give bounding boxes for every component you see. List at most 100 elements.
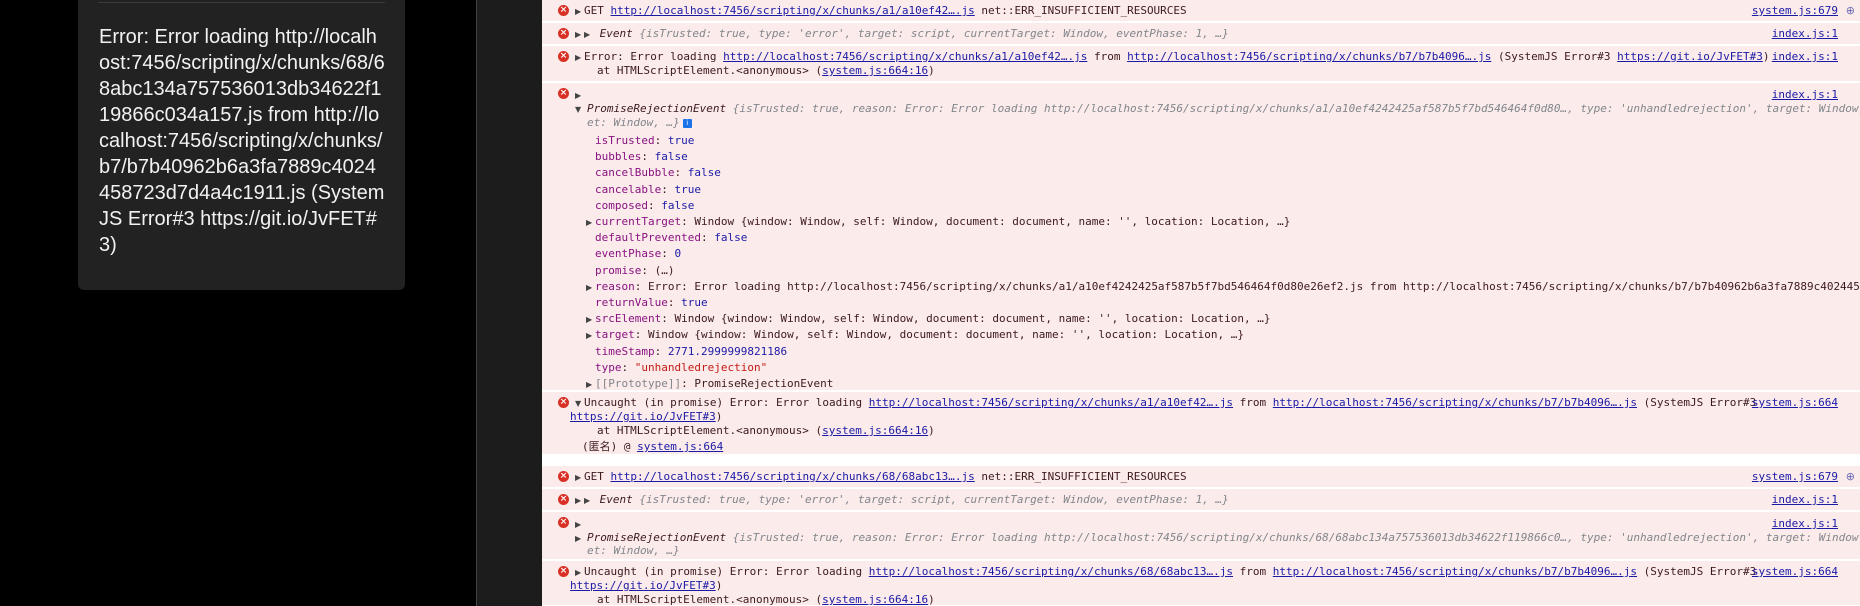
property-key: returnValue [595,296,668,309]
error-prefix: Error: Error loading [584,50,717,63]
stack-frame-text: at HTMLScriptElement.<anonymous> ( [597,64,823,77]
stack-frame-link[interactable]: system.js:664:16 [822,64,928,77]
error-icon: × [558,5,569,16]
expand-arrow-icon[interactable]: ▶ [575,470,584,486]
error-icon: × [558,494,569,505]
console-panel: × ▶ GET http://localhost:7456/scripting/x… [542,0,1860,606]
event-label: Event [599,27,633,40]
property-value: "unhandledrejection" [634,360,768,374]
property-row: defaultPrevented: false [586,230,747,246]
error-icon: × [558,51,569,62]
request-url-link[interactable]: http://localhost:7456/scripting/x/chunks… [611,4,975,17]
property-row[interactable]: ▶ [[Prototype]]: PromiseRejectionEvent [586,376,833,392]
expand-arrow-icon[interactable]: ▶ [586,377,595,393]
property-separator: : [661,182,675,196]
source-link[interactable]: index.js:1 [1772,49,1838,65]
chunk-url-link[interactable]: http://localhost:7456/scripting/x/chunks… [869,565,1233,578]
systemjs-error-text: (SystemJS Error#3 [1643,396,1757,409]
card-divider [98,2,385,3]
property-key: defaultPrevented [595,231,701,245]
property-separator: : [654,134,668,147]
error-prefix: Uncaught (in promise) Error: Error loadi… [584,396,863,409]
console-entry-event[interactable]: × ▶ ▶ Event {isTrusted: true, type: 'erro… [542,23,1860,45]
git-link[interactable]: https://git.io/JvFET#3 [570,410,716,423]
console-entry-promise-rejection-expanded[interactable]: × ▶ index.js:1 ▼ PromiseRejectionEvent {… [542,83,1860,391]
expand-arrow-icon[interactable]: ▶ [584,27,593,43]
expand-arrow-icon[interactable]: ▶ [575,50,584,66]
expand-arrow-icon[interactable]: ▶ [586,312,595,328]
parent-url-link[interactable]: http://localhost:7456/scripting/x/chunks… [1127,50,1491,63]
expand-arrow-icon[interactable]: ▶ [575,4,584,20]
parent-url-link[interactable]: http://localhost:7456/scripting/x/chunks… [1273,396,1637,409]
console-entry-get-error[interactable]: × ▶ GET http://localhost:7456/scripting/x… [542,466,1860,488]
console-entry-uncaught[interactable]: × ▶ Uncaught (in promise) Error: Error lo… [542,561,1860,606]
network-globe-icon[interactable]: ⊕ [1846,3,1855,19]
error-message: Error: Error loading http://localhost:74… [99,26,385,256]
expand-arrow-icon[interactable]: ▶ [586,280,595,296]
collapse-arrow-icon[interactable]: ▼ [575,102,584,118]
property-separator: : [681,377,695,390]
network-globe-icon[interactable]: ⊕ [1846,469,1855,485]
console-entry-event[interactable]: × ▶ ▶ Event {isTrusted: true, type: 'erro… [542,489,1860,511]
request-url-link[interactable]: http://localhost:7456/scripting/x/chunks… [611,470,975,483]
event-preview: {isTrusted: true, type: 'error', target:… [639,27,1229,40]
error-icon: × [558,566,569,577]
error-prefix: Uncaught (in promise) Error: Error loadi… [584,565,863,578]
source-link[interactable]: index.js:1 [1772,492,1838,508]
console-entry-error-loading[interactable]: × ▶ Error: Error loading http://localhost… [542,46,1860,82]
from-text: from [1239,565,1267,578]
source-link[interactable]: index.js:1 [1772,26,1838,42]
property-row[interactable]: ▶ target: Window {window: Window, self: W… [586,327,1244,343]
property-row: bubbles: false [586,149,688,165]
stack-frame-link[interactable]: system.js:664:16 [822,424,928,437]
expand-arrow-icon[interactable]: ▶ [575,531,584,547]
stack-frame-text: at HTMLScriptElement.<anonymous> ( [597,593,823,606]
console-entry-get-error[interactable]: × ▶ GET http://localhost:7456/scripting/x… [542,0,1860,22]
info-badge-icon[interactable]: i [682,118,692,128]
property-row[interactable]: ▶ srcElement: Window {window: Window, sel… [586,311,1271,327]
property-separator: : [647,198,662,212]
systemjs-error-text: (SystemJS Error#3 [1497,50,1611,63]
paren-close: ) [715,410,723,423]
error-code: net::ERR_INSUFFICIENT_RESOURCES [981,470,1187,483]
expand-arrow-icon[interactable]: ▶ [575,27,584,43]
property-value: true [681,296,708,309]
source-link[interactable]: system.js:679 [1752,3,1838,19]
error-icon: × [558,88,569,99]
from-text: from [1093,50,1121,63]
expand-arrow-icon[interactable]: ▶ [586,215,595,231]
console-entry-promise-rejection[interactable]: × ▶ index.js:1 ▶ PromiseRejectionEvent {… [542,512,1860,560]
git-link[interactable]: https://git.io/JvFET#3 [1617,50,1763,63]
property-value: Window {window: Window, self: Window, do… [694,215,1291,228]
error-icon: × [558,517,569,528]
property-row[interactable]: ▶ reason: Error: Error loading http://loc… [586,279,1860,295]
stack-frame-text: at HTMLScriptElement.<anonymous> ( [597,424,823,437]
property-key: srcElement [595,312,662,326]
chunk-url-link[interactable]: http://localhost:7456/scripting/x/chunks… [869,396,1233,409]
anonymous-frame-link[interactable]: system.js:664 [637,440,723,453]
request-method: GET [584,4,604,17]
property-row: cancelable: true [586,182,701,198]
expand-arrow-icon[interactable]: ▶ [575,493,584,509]
property-value: 2771.2999999821186 [667,344,788,358]
git-link[interactable]: https://git.io/JvFET#3 [570,579,716,592]
expand-arrow-icon[interactable]: ▶ [586,328,595,344]
chunk-url-link[interactable]: http://localhost:7456/scripting/x/chunks… [723,50,1087,63]
property-key: eventPhase [595,247,662,261]
property-row[interactable]: ▶ currentTarget: Window {window: Window, … [586,214,1290,230]
property-separator: : [661,247,675,261]
parent-url-link[interactable]: http://localhost:7456/scripting/x/chunks… [1273,565,1637,578]
property-key: promise [595,263,642,277]
expand-arrow-icon[interactable]: ▶ [584,493,593,509]
property-row: promise: (…) [586,263,674,279]
paren-close: ) [928,593,935,606]
property-key: bubbles [595,150,642,164]
stack-frame-link[interactable]: system.js:664:16 [822,593,928,606]
paren-close: ) [928,424,935,437]
property-row: type: "unhandledrejection" [586,360,767,376]
source-link[interactable]: system.js:664 [1752,395,1838,411]
source-link[interactable]: system.js:664 [1752,564,1838,580]
console-entry-uncaught[interactable]: × ▼ Uncaught (in promise) Error: Error lo… [542,392,1860,455]
source-link[interactable]: system.js:679 [1752,469,1838,485]
event-label: Event [599,493,633,506]
